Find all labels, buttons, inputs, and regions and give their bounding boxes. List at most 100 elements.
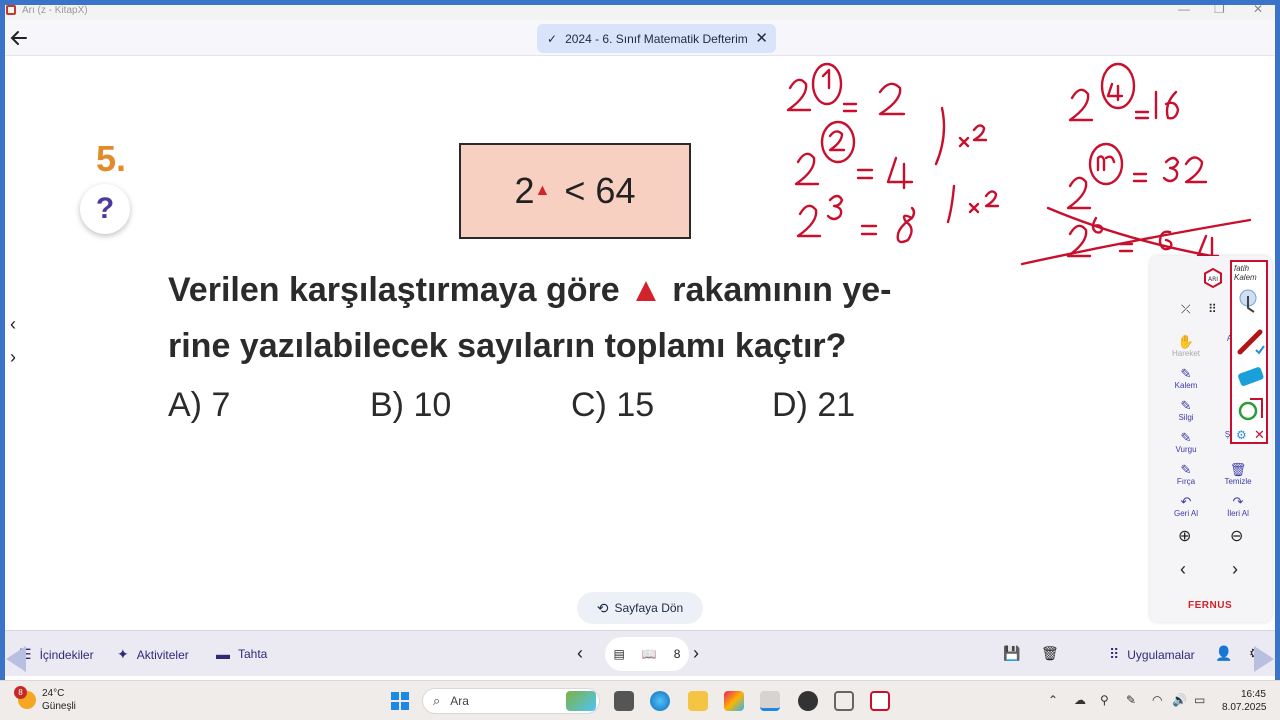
question-text-part2: rakamının ye-	[672, 271, 892, 309]
folder-icon: ▬	[216, 646, 230, 662]
zoom-in-icon[interactable]: ⊕	[1178, 526, 1191, 546]
contents-label: İçindekiler	[39, 647, 94, 662]
delete-icon[interactable]: 🗑	[1041, 645, 1059, 662]
tool-move[interactable]: ✋ Hareket	[1164, 334, 1208, 358]
option-b[interactable]: B) 10	[370, 386, 451, 425]
page-indicator[interactable]: ▤ 📖 8	[605, 637, 689, 671]
tool-pen[interactable]: ✎ Kalem	[1164, 366, 1208, 390]
contents-button[interactable]: ☰ İçindekiler	[19, 646, 94, 663]
minimize-button[interactable]: —	[1178, 2, 1190, 16]
trash-icon: 🗑	[1229, 462, 1247, 477]
hand-icon: ✋	[1177, 334, 1195, 349]
tool-label: Fırça	[1176, 477, 1196, 486]
activities-icon: ✦	[117, 646, 129, 662]
highlight-icon: ✎	[1180, 430, 1192, 445]
close-document-icon[interactable]: ✕	[755, 29, 768, 47]
close-toolbar-icon[interactable]: ✕	[1254, 427, 1265, 443]
apps-label: Uygulamalar	[1127, 647, 1195, 662]
check-icon: ✓	[547, 31, 558, 46]
apps-button[interactable]: ⠿ Uygulamalar	[1109, 646, 1195, 663]
drag-handle-icon[interactable]: ⠿	[1208, 302, 1217, 316]
obs-icon[interactable]	[798, 691, 818, 711]
tool-label: Temizle	[1224, 477, 1252, 486]
taskbar-clock[interactable]: 16:45 8.07.2025	[1222, 688, 1267, 714]
grid-icon: ⠿	[1109, 646, 1120, 662]
tray-overflow-icon[interactable]: ⌃	[1048, 693, 1058, 707]
shapes-tool-icon[interactable]	[1236, 396, 1266, 422]
copilot-icon[interactable]	[724, 691, 744, 711]
collapse-icon[interactable]: ⤫	[1181, 302, 1191, 317]
option-d[interactable]: D) 21	[772, 386, 855, 425]
tool-label: İleri Al	[1227, 509, 1249, 518]
search-icon: ⌕	[433, 693, 441, 708]
tool-brush[interactable]: ✎ Fırça	[1164, 462, 1208, 486]
side-next-icon[interactable]: ›	[10, 347, 16, 368]
help-button[interactable]: ?	[80, 184, 130, 234]
triangle-exponent-icon: ▲	[534, 182, 551, 199]
weather-widget[interactable]: 8 24°C Güneşli	[14, 686, 76, 713]
tray-app-icon[interactable]: ☁	[1074, 693, 1086, 707]
ari-logo-icon: ARI	[1204, 268, 1222, 288]
ari-app-icon[interactable]	[870, 691, 890, 711]
page-doc-icon: ▤	[613, 647, 625, 661]
question-number: 5.	[96, 138, 127, 179]
document-tab[interactable]: ✓ 2024 - 6. Sınıf Matematik Defterim ✕	[537, 24, 776, 53]
tool-label: Vurgu	[1175, 445, 1197, 454]
feedback-icon[interactable]	[834, 691, 854, 711]
next-page-icon[interactable]: ›	[693, 643, 699, 664]
board-button[interactable]: ▬ Tahta	[216, 646, 267, 662]
tray-network-app-icon[interactable]: ⚲	[1100, 693, 1109, 707]
back-arrow-icon[interactable]	[9, 28, 29, 48]
panel-prev-icon[interactable]: ‹	[1180, 559, 1186, 580]
left-corner-arrow-icon[interactable]	[6, 646, 26, 672]
save-icon[interactable]: 💾	[1003, 645, 1020, 662]
fatih-kalem-logo: fatih Kalem	[1234, 264, 1257, 282]
return-label: Sayfaya Dön	[614, 601, 684, 615]
tool-label: Geri Al	[1173, 509, 1198, 518]
user-icon[interactable]: 👤	[1215, 645, 1232, 662]
windows-start-icon[interactable]	[390, 691, 410, 711]
right-corner-arrow-icon[interactable]	[1254, 646, 1274, 672]
eraser-icon: ✎	[1180, 398, 1192, 413]
settings-gear-icon[interactable]: ⚙	[1236, 428, 1247, 442]
formula-base: 2	[514, 170, 535, 211]
redo-icon: ↷	[1232, 494, 1244, 509]
activities-button[interactable]: ✦ Aktiviteler	[117, 646, 189, 663]
pen-app-icon[interactable]	[760, 691, 780, 711]
battery-icon[interactable]: ▭	[1194, 693, 1205, 707]
eraser-tool-icon[interactable]	[1236, 364, 1266, 390]
maximize-button[interactable]: ❐	[1214, 2, 1225, 16]
app-icon	[6, 5, 16, 15]
pen-tool-icon[interactable]	[1236, 326, 1266, 356]
history-icon: ⟲	[596, 599, 609, 616]
sun-icon: 8	[14, 686, 36, 709]
task-view-icon[interactable]	[614, 691, 634, 711]
panel-next-icon[interactable]: ›	[1232, 559, 1238, 580]
clock-time: 16:45	[1240, 689, 1266, 700]
window-title: Arı (z - KitapX)	[22, 4, 88, 16]
edge-icon[interactable]	[650, 691, 670, 711]
wifi-icon[interactable]: ◠	[1152, 693, 1162, 707]
tool-clear[interactable]: 🗑 Temizle	[1216, 462, 1260, 486]
tool-eraser[interactable]: ✎ Silgi	[1164, 398, 1208, 422]
notification-badge: 8	[14, 686, 27, 699]
tool-highlight[interactable]: ✎ Vurgu	[1164, 430, 1208, 454]
option-a[interactable]: A) 7	[168, 386, 230, 425]
temperature: 24°C	[42, 688, 65, 699]
side-prev-icon[interactable]: ‹	[10, 314, 16, 335]
volume-icon[interactable]: 🔊	[1172, 693, 1187, 707]
close-window-button[interactable]: ✕	[1253, 2, 1263, 16]
prev-page-icon[interactable]: ‹	[577, 643, 583, 664]
pointer-hand-icon[interactable]	[1238, 288, 1262, 316]
clock-date: 8.07.2025	[1222, 702, 1267, 713]
zoom-out-icon[interactable]: ⊖	[1230, 526, 1243, 546]
bottom-toolbar: ☰ İçindekiler ✦ Aktiviteler ▬ Tahta ‹ ▤ 📖 8…	[5, 630, 1275, 676]
file-explorer-icon[interactable]	[688, 691, 708, 711]
tray-pen-icon[interactable]: ✎	[1126, 693, 1136, 707]
formula-box: 2 ▲ < 64	[459, 143, 691, 239]
tool-undo[interactable]: ↶ Geri Al	[1164, 494, 1208, 518]
tool-redo[interactable]: ↷ İleri Al	[1216, 494, 1260, 518]
return-to-page-button[interactable]: ⟲ Sayfaya Dön	[577, 592, 703, 624]
triangle-icon: ▲	[629, 271, 663, 309]
option-c[interactable]: C) 15	[571, 386, 654, 425]
